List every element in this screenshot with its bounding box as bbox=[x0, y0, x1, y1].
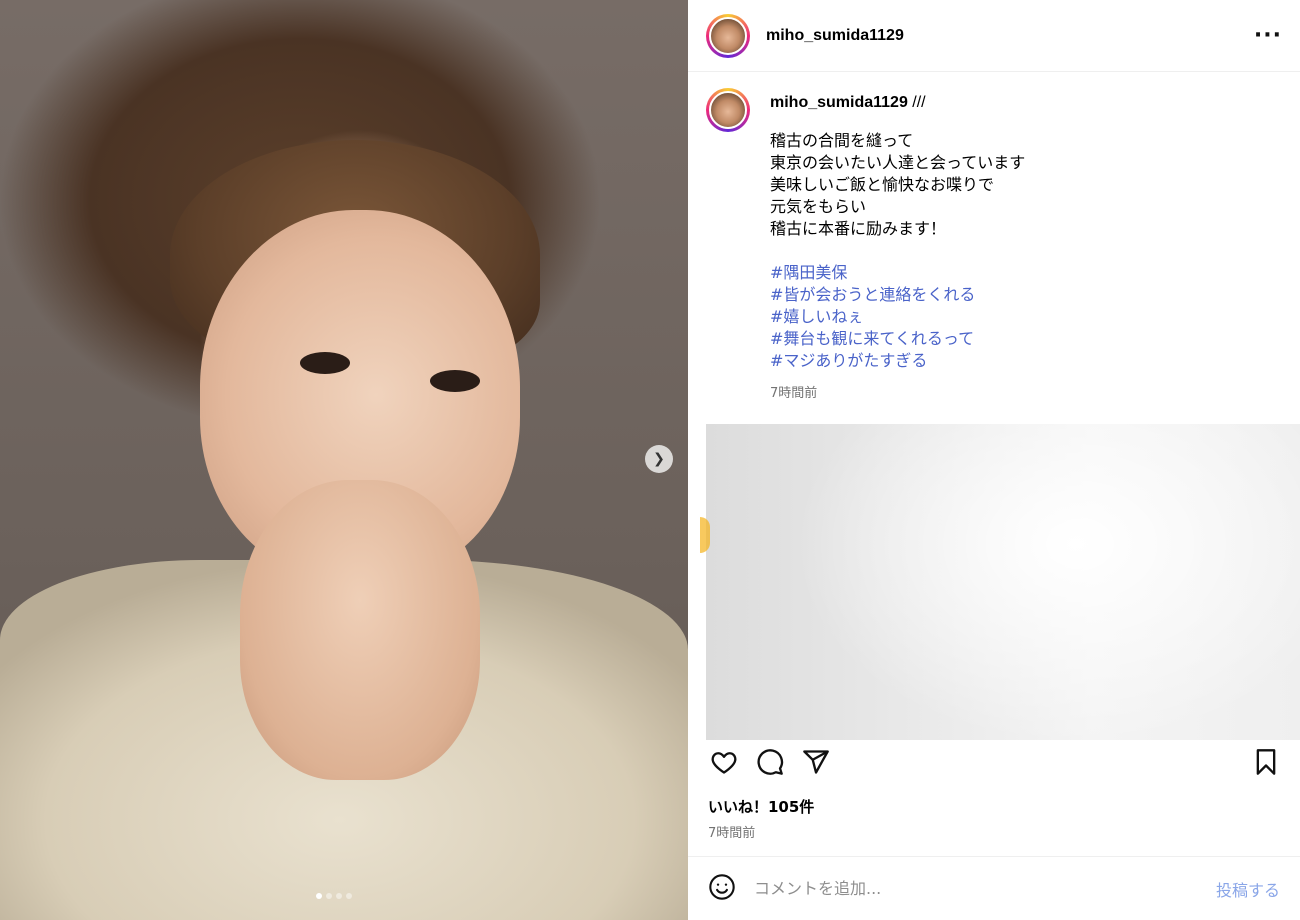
caption-text: 稽古の合間を縫って 東京の会いたい人達と会っています 美味しいご飯と愉快なお喋り… bbox=[770, 131, 1026, 238]
like-count[interactable]: いいね！105件 bbox=[708, 796, 814, 817]
action-bar bbox=[708, 744, 1282, 780]
comment-bar: 投稿する bbox=[688, 856, 1300, 920]
hashtag-list: #隅田美保 #皆が会おうと連絡をくれる #嬉しいねぇ #舞台も観に来てくれるって… bbox=[770, 262, 1286, 372]
caption-avatar[interactable] bbox=[706, 88, 750, 132]
share-paper-plane-icon[interactable] bbox=[800, 746, 832, 778]
hashtag-link[interactable]: #嬉しいねぇ bbox=[770, 306, 1286, 328]
photo-eye-left bbox=[300, 352, 350, 374]
hashtag-link[interactable]: #皆が会おうと連絡をくれる bbox=[770, 284, 1286, 306]
carousel-dot bbox=[336, 893, 342, 899]
post-timestamp: 7時間前 bbox=[708, 826, 756, 841]
avatar[interactable] bbox=[706, 13, 750, 58]
comment-input[interactable] bbox=[754, 879, 1216, 898]
emoji-smiley-icon[interactable] bbox=[708, 873, 736, 905]
hashtag-link[interactable]: #舞台も観に来てくれるって bbox=[770, 328, 1286, 350]
post-photo[interactable]: ❯ bbox=[0, 0, 688, 920]
comment-bubble-icon[interactable] bbox=[754, 746, 786, 778]
caption-username[interactable]: miho_sumida1129 bbox=[770, 94, 908, 111]
photo-eye-right bbox=[430, 370, 480, 392]
caption-timestamp: 7時間前 bbox=[770, 386, 818, 401]
carousel-dot bbox=[316, 893, 322, 899]
more-icon[interactable]: ··· bbox=[1254, 23, 1282, 48]
hashtag-link[interactable]: #マジありがたすぎる bbox=[770, 350, 1286, 372]
carousel-dot bbox=[326, 893, 332, 899]
post-comment-button[interactable]: 投稿する bbox=[1216, 877, 1280, 901]
carousel-dot bbox=[346, 893, 352, 899]
post-sidebar: miho_sumida1129 ··· miho_sumida1129 /// … bbox=[688, 0, 1300, 920]
post-username[interactable]: miho_sumida1129 bbox=[766, 27, 904, 45]
hashtag-link[interactable]: #隅田美保 bbox=[770, 262, 1286, 284]
like-heart-icon[interactable] bbox=[708, 746, 740, 778]
caption: miho_sumida1129 /// 稽古の合間を縫って 東京の会いたい人達と… bbox=[706, 88, 1286, 401]
carousel-next-icon[interactable]: ❯ bbox=[645, 445, 673, 473]
post-header: miho_sumida1129 ··· bbox=[688, 0, 1300, 72]
caption-suffix: /// bbox=[907, 94, 926, 111]
photo-hand bbox=[240, 480, 480, 780]
caption-header: miho_sumida1129 /// bbox=[770, 94, 1286, 112]
carousel-dots bbox=[316, 893, 352, 899]
blurred-avatar-ring bbox=[700, 517, 710, 553]
bookmark-icon[interactable] bbox=[1250, 746, 1282, 778]
blurred-comments-area bbox=[706, 424, 1300, 740]
